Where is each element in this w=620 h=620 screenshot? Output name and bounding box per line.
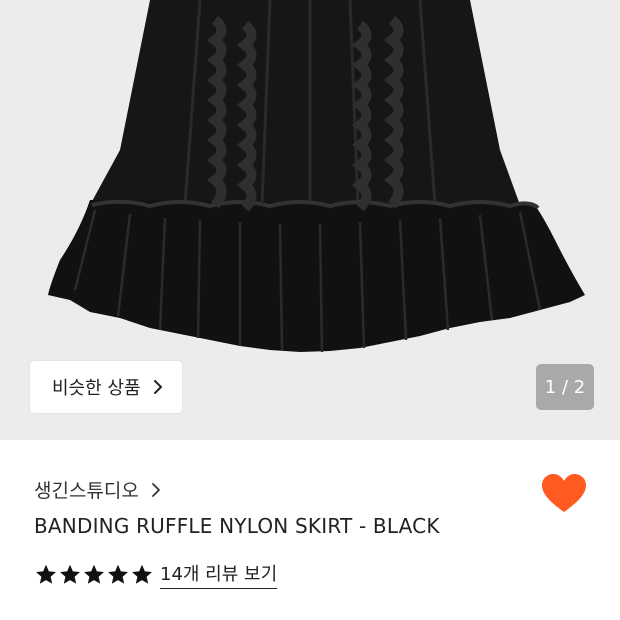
review-link[interactable]: 14개 리뷰 보기 (160, 560, 278, 589)
product-image-gallery[interactable]: 비슷한 상품 1 / 2 (0, 0, 620, 440)
product-title: BANDING RUFFLE NYLON SKIRT - BLACK (34, 514, 440, 538)
star-icon (130, 563, 154, 587)
star-icon (82, 563, 106, 587)
star-icon (106, 563, 130, 587)
brand-link[interactable]: 생긴스튜디오 (34, 476, 161, 503)
similar-products-label: 비슷한 상품 (52, 378, 141, 399)
product-rating: 14개 리뷰 보기 (34, 560, 278, 589)
chevron-right-icon (151, 482, 161, 498)
rating-stars (34, 563, 154, 587)
similar-products-button[interactable]: 비슷한 상품 (30, 361, 182, 413)
brand-name: 생긴스튜디오 (34, 480, 139, 502)
star-icon (34, 563, 58, 587)
star-icon (58, 563, 82, 587)
image-pager-indicator: 1 / 2 (536, 364, 594, 410)
chevron-right-icon (153, 379, 163, 395)
favorite-heart-icon[interactable] (542, 474, 586, 514)
